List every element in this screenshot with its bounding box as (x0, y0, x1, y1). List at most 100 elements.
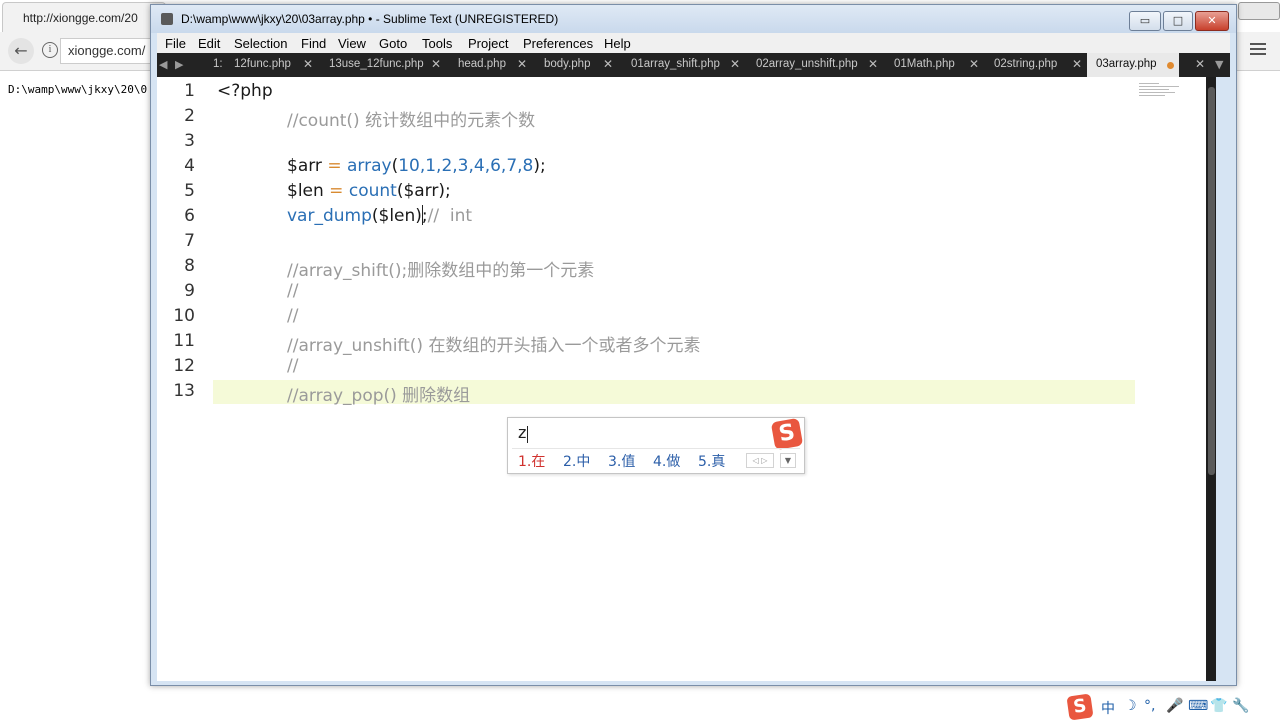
code-token-comment: // int (427, 206, 473, 226)
keyboard-icon[interactable]: ⌨ (1188, 698, 1208, 714)
tab-13use-12func[interactable]: 13use_12func.php ✕ (319, 53, 443, 77)
menu-edit[interactable]: Edit (198, 36, 220, 51)
ime-candidate-4[interactable]: 4.做 (653, 451, 680, 471)
code-line-4: $arr = array(10,1,2,3,4,6,7,8); (287, 156, 546, 176)
menu-bar: File Edit Selection Find View Goto Tools… (157, 33, 1230, 53)
wrench-settings-icon[interactable]: 🔧 (1232, 698, 1249, 714)
menu-file[interactable]: File (165, 36, 186, 51)
ime-candidate-window: z S 1.在 2.中 3.值 4.做 5.真 ◁ ▷ ▼ (507, 417, 805, 474)
unsaved-dot-icon[interactable] (1167, 62, 1174, 69)
menu-help[interactable]: Help (604, 36, 631, 51)
tab-02string[interactable]: 02string.php ✕ (985, 53, 1085, 77)
code-token-function: array (346, 156, 392, 176)
sublime-app-icon (161, 13, 173, 25)
tab-close-icon[interactable]: ✕ (603, 57, 613, 71)
line-number: 11 (173, 331, 195, 351)
ime-candidate-2[interactable]: 2.中 (563, 451, 590, 471)
browser-tab[interactable]: http://xiongge.com/20 (2, 2, 166, 33)
tab-label: 13use_12func.php (329, 58, 424, 70)
line-number: 10 (173, 306, 195, 326)
tab-close-icon[interactable]: ✕ (303, 57, 313, 71)
code-line-5: $len = count($arr); (287, 181, 451, 201)
code-token-end: ); (533, 156, 546, 176)
tab-label: 02string.php (994, 58, 1058, 70)
tab-01array-shift[interactable]: 01array_shift.php ✕ (621, 53, 745, 77)
back-arrow-icon[interactable]: ← (8, 38, 34, 64)
ime-toolbar: S 中 ☽ °, 🎤 ⌨ 👕 🔧 (1066, 693, 1280, 721)
tab-label: 01Math.php (894, 58, 955, 70)
code-token-variable: $len (287, 181, 324, 201)
tab-label: head.php (458, 58, 506, 70)
tab-body[interactable]: body.php ✕ (535, 53, 617, 77)
tab-scroll-right-icon[interactable]: ▶ (175, 58, 183, 71)
tab-label: 01array_shift.php (631, 58, 720, 70)
code-token-function: count (348, 181, 397, 201)
menu-selection[interactable]: Selection (234, 36, 287, 51)
ime-candidate-3[interactable]: 3.值 (608, 451, 635, 471)
ime-candidate-5[interactable]: 5.真 (698, 451, 725, 471)
menu-tools[interactable]: Tools (422, 36, 452, 51)
tab-label: 1: (213, 58, 223, 70)
menu-find[interactable]: Find (301, 36, 326, 51)
microphone-icon[interactable]: 🎤 (1166, 698, 1183, 714)
ime-page-arrows-icon[interactable]: ◁ ▷ (746, 453, 774, 468)
line-number: 9 (184, 281, 195, 301)
info-icon[interactable]: i (42, 42, 58, 58)
scrollbar-thumb[interactable] (1208, 87, 1215, 475)
code-line-10: // (287, 306, 299, 326)
tab-close-icon[interactable]: ✕ (969, 57, 979, 71)
skin-shirt-icon[interactable]: 👕 (1210, 698, 1227, 714)
ime-caret (527, 426, 528, 443)
tab-bar: ◀ ▶ 1: 12func.php ✕ 13use_12func.php ✕ h… (157, 53, 1230, 77)
tab-02array-unshift[interactable]: 02array_unshift.php ✕ (747, 53, 881, 77)
line-number: 6 (184, 206, 195, 226)
code-line-6: var_dump($len);// int (287, 206, 472, 226)
tab-scroll-left-icon[interactable]: ◀ (159, 58, 167, 71)
tab-close-icon[interactable]: ✕ (431, 57, 441, 71)
sogou-logo-icon: S (770, 417, 804, 451)
tab-overflow-icon[interactable]: ▼ (1215, 58, 1223, 71)
code-line-12: // (287, 356, 299, 376)
tab-03array-active[interactable]: 03array.php (1087, 53, 1179, 77)
tab-12func[interactable]: 12func.php ✕ (225, 53, 317, 77)
code-line-9: // (287, 281, 299, 301)
browser-window-controls[interactable] (1238, 2, 1280, 20)
ime-expand-icon[interactable]: ▼ (780, 453, 796, 468)
code-line-11: //array_unshift() 在数组的开头插入一个或者多个元素 (287, 336, 701, 356)
line-number: 12 (173, 356, 195, 376)
moon-halfwidth-icon[interactable]: ☽ (1124, 698, 1137, 714)
tab-close-icon[interactable]: ✕ (730, 57, 740, 71)
tab-close-icon[interactable]: ✕ (1072, 57, 1082, 71)
tab-close-icon[interactable]: ✕ (517, 57, 527, 71)
line-number: 5 (184, 181, 195, 201)
browser-tab-title: http://xiongge.com/20 (23, 11, 138, 25)
punctuation-icon[interactable]: °, (1144, 698, 1155, 714)
menu-view[interactable]: View (338, 36, 366, 51)
line-number: 8 (184, 256, 195, 276)
ime-divider (512, 448, 800, 449)
tab-close-icon[interactable]: ✕ (1195, 57, 1205, 71)
tab-label: 12func.php (234, 58, 291, 70)
maximize-button[interactable]: □ (1163, 11, 1193, 31)
menu-goto[interactable]: Goto (379, 36, 407, 51)
line-number-gutter: 1 2 3 4 5 6 7 8 9 10 11 12 13 (157, 77, 213, 681)
title-bar[interactable]: D:\wamp\www\jkxy\20\03array.php • - Subl… (151, 5, 1236, 33)
sogou-tray-logo-icon[interactable]: S (1066, 693, 1094, 721)
tab-head[interactable]: head.php ✕ (449, 53, 531, 77)
i-beam-cursor-icon (419, 205, 427, 225)
ime-candidate-1[interactable]: 1.在 (518, 451, 545, 471)
close-button[interactable]: ✕ (1195, 11, 1229, 31)
code-editor[interactable]: 1 2 3 4 5 6 7 8 9 10 11 12 13 <?php //co… (157, 77, 1215, 681)
hamburger-menu-icon[interactable] (1250, 40, 1266, 56)
code-line-13: //array_pop() 删除数组 (287, 386, 471, 406)
chinese-mode-icon[interactable]: 中 (1101, 698, 1115, 718)
code-token-operator: = (321, 156, 347, 176)
menu-preferences[interactable]: Preferences (523, 36, 593, 51)
minimap[interactable] (1139, 81, 1185, 113)
tab-close-icon[interactable]: ✕ (868, 57, 878, 71)
tab-label: 02array_unshift.php (756, 58, 858, 70)
minimize-button[interactable]: ▭ (1129, 11, 1161, 31)
menu-project[interactable]: Project (468, 36, 508, 51)
tab-01math[interactable]: 01Math.php ✕ (885, 53, 981, 77)
tab-truncated[interactable]: 1: (203, 53, 225, 77)
